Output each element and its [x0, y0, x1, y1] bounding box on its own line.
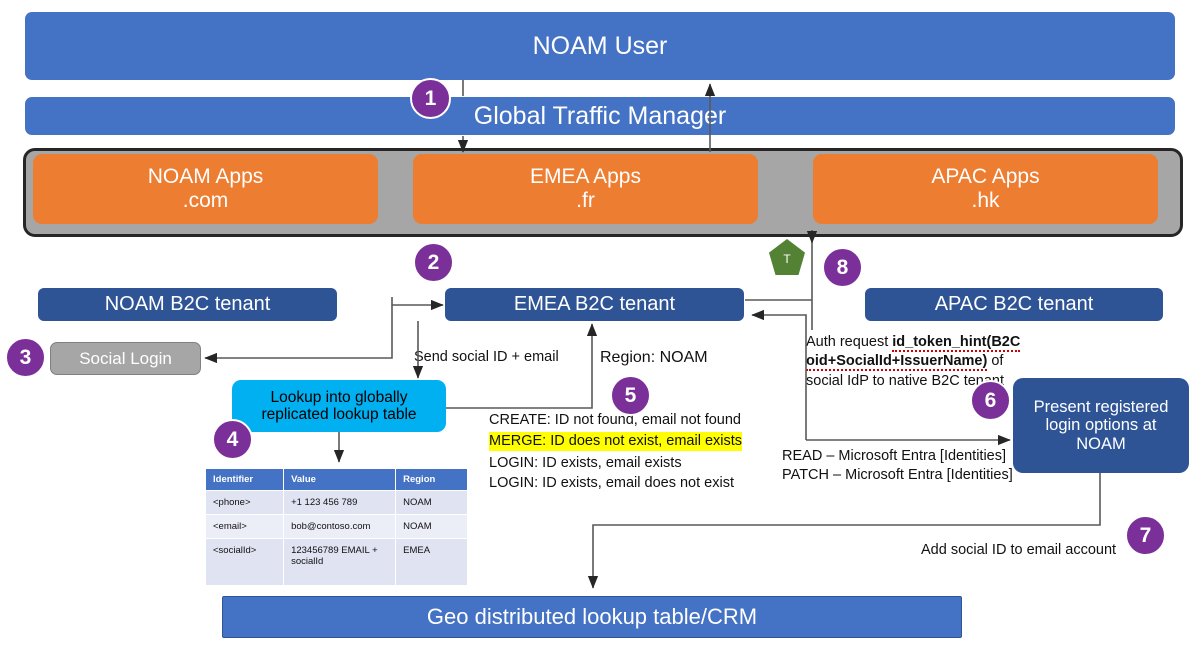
- app-apac: APAC Apps .hk: [813, 154, 1158, 224]
- label-region-noam: Region: NOAM: [600, 348, 708, 368]
- tenant-apac-label: APAC B2C tenant: [934, 293, 1094, 316]
- table-row: <email> bob@contoso.com NOAM: [204, 514, 468, 539]
- badge-8: 8: [822, 247, 863, 288]
- geo-label: Geo distributed lookup table/CRM: [426, 603, 758, 629]
- region-noam-text: Region: NOAM: [600, 349, 708, 366]
- label-login-not-exists-rule: LOGIN: ID exists, email does not exist: [489, 474, 734, 493]
- tenant-noam-label: NOAM B2C tenant: [104, 293, 271, 316]
- app-apac-tld: .hk: [971, 189, 1000, 212]
- label-add-social-id: Add social ID to email account: [921, 541, 1116, 560]
- token-pentagon-icon: T: [769, 239, 805, 275]
- badge-2-label: 2: [427, 250, 440, 274]
- cell-identifier: <phone>: [204, 490, 285, 515]
- badge-7-label: 7: [1139, 523, 1152, 547]
- th-value: Value: [283, 468, 397, 491]
- create-rule-text: CREATE: ID not found, email not found: [489, 412, 742, 428]
- add-social-text: Add social ID to email account: [921, 542, 1117, 558]
- tenant-noam: NOAM B2C tenant: [38, 288, 337, 321]
- present-login-box: Present registered login options at NOAM: [1013, 378, 1189, 473]
- badge-3-label: 3: [19, 345, 32, 369]
- global-traffic-manager-bar: Global Traffic Manager: [25, 97, 1175, 135]
- table-row: <socialId> 123456789 EMAIL + socialId EM…: [204, 538, 468, 586]
- present-login-label: Present registered login options at NOAM: [1033, 397, 1169, 453]
- th-region: Region: [395, 468, 468, 491]
- login-exists-text: LOGIN: ID exists, email exists: [489, 455, 682, 471]
- badge-2: 2: [413, 242, 454, 283]
- badge-6-label: 6: [984, 388, 997, 412]
- send-social-text: Send social ID + email: [414, 349, 559, 365]
- app-noam-name: NOAM Apps: [147, 165, 264, 189]
- cell-region: EMEA: [395, 538, 468, 586]
- badge-3: 3: [5, 337, 46, 378]
- social-login-label: Social Login: [79, 348, 172, 368]
- login-not-exists-text: LOGIN: ID exists, email does not exist: [489, 475, 734, 491]
- app-apac-name: APAC Apps: [931, 165, 1040, 189]
- social-login-box[interactable]: Social Login: [50, 342, 201, 375]
- cell-region: NOAM: [395, 514, 468, 539]
- th-identifier: Identifier: [204, 468, 285, 491]
- diagram-canvas: NOAM User Global Traffic Manager NOAM Ap…: [0, 0, 1200, 650]
- badge-7: 7: [1125, 515, 1166, 556]
- cell-identifier: <socialId>: [204, 538, 285, 586]
- label-send-social-id: Send social ID + email: [414, 348, 559, 367]
- noam-user-bar: NOAM User: [25, 12, 1175, 80]
- cell-region: NOAM: [395, 490, 468, 515]
- cell-value: +1 123 456 789: [283, 490, 397, 515]
- app-emea-name: EMEA Apps: [530, 165, 641, 189]
- app-emea: EMEA Apps .fr: [413, 154, 758, 224]
- geo-lookup-table-box: Geo distributed lookup table/CRM: [222, 596, 962, 638]
- merge-rule-text: MERGE: ID does not exist, email exists: [489, 433, 743, 449]
- pentagon-label: T: [783, 252, 791, 266]
- badge-4: 4: [212, 419, 253, 460]
- tenant-emea: EMEA B2C tenant: [445, 288, 744, 321]
- lookup-label: Lookup into globally replicated lookup t…: [261, 388, 417, 423]
- gtm-label: Global Traffic Manager: [473, 102, 727, 130]
- label-create-rule: CREATE: ID not found, email not found: [489, 411, 741, 430]
- cell-value: bob@contoso.com: [283, 514, 397, 539]
- tenant-apac: APAC B2C tenant: [865, 288, 1163, 321]
- app-noam-tld: .com: [182, 189, 229, 212]
- noam-user-label: NOAM User: [532, 32, 668, 60]
- badge-1-label: 1: [424, 86, 437, 110]
- app-emea-tld: .fr: [576, 189, 595, 212]
- lookup-table: Identifier Value Region <phone> +1 123 4…: [204, 468, 468, 586]
- badge-5: 5: [610, 375, 651, 416]
- badge-4-label: 4: [226, 427, 239, 451]
- lookup-box: Lookup into globally replicated lookup t…: [232, 380, 446, 432]
- app-noam: NOAM Apps .com: [33, 154, 378, 224]
- badge-5-label: 5: [624, 383, 637, 407]
- label-merge-rule: MERGE: ID does not exist, email exists: [489, 432, 743, 451]
- read-entra-text: READ – Microsoft Entra [Identities]: [782, 448, 1007, 464]
- badge-8-label: 8: [836, 255, 849, 279]
- patch-entra-text: PATCH – Microsoft Entra [Identities]: [782, 467, 1013, 483]
- cell-value: 123456789 EMAIL + socialId: [283, 538, 397, 586]
- tenant-emea-label: EMEA B2C tenant: [513, 293, 676, 316]
- badge-6: 6: [970, 380, 1011, 421]
- label-patch-entra: PATCH – Microsoft Entra [Identities]: [782, 466, 1013, 485]
- table-row: <phone> +1 123 456 789 NOAM: [204, 490, 468, 515]
- auth-request-prefix: Auth request: [806, 334, 893, 350]
- table-header-row: Identifier Value Region: [204, 468, 468, 491]
- badge-1: 1: [410, 78, 451, 119]
- label-read-entra: READ – Microsoft Entra [Identities]: [782, 447, 1006, 466]
- cell-identifier: <email>: [204, 514, 285, 539]
- label-login-exists-rule: LOGIN: ID exists, email exists: [489, 454, 682, 473]
